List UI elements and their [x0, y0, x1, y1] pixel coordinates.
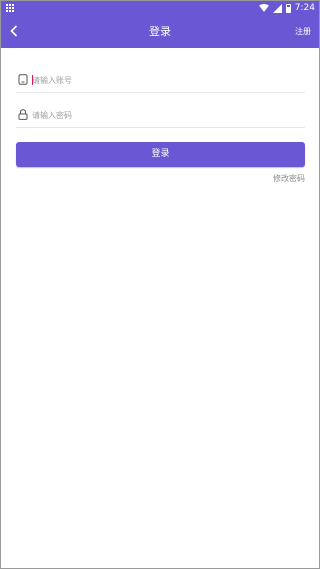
lock-icon [18, 109, 28, 120]
status-bar: 7:24 [1, 1, 319, 15]
chevron-left-icon [10, 25, 18, 37]
page-title: 登录 [149, 25, 171, 38]
app-bar: 登录 注册 [1, 15, 319, 48]
wifi-icon [258, 4, 269, 12]
register-button[interactable]: 注册 [295, 15, 311, 48]
account-field [16, 67, 305, 93]
login-button[interactable]: 登录 [16, 142, 305, 167]
text-caret [32, 75, 33, 85]
change-password-link[interactable]: 修改密码 [273, 173, 305, 184]
password-input[interactable] [32, 105, 292, 125]
app-grid-icon [6, 4, 15, 13]
battery-icon [285, 3, 291, 13]
status-time: 7:24 [294, 3, 315, 13]
phone-icon [18, 74, 28, 85]
signal-icon [272, 3, 282, 13]
password-field [16, 102, 305, 128]
account-input[interactable] [32, 70, 292, 90]
back-button[interactable] [5, 22, 23, 40]
header: 7:24 登录 注册 [1, 1, 319, 48]
